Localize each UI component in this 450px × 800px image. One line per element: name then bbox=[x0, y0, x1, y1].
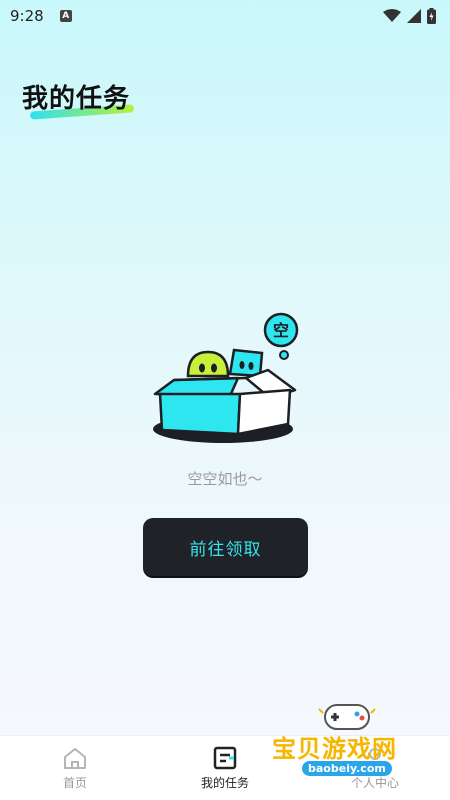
signal-icon bbox=[407, 9, 421, 23]
lime-character bbox=[186, 350, 230, 378]
cyan-character bbox=[228, 348, 264, 378]
open-box bbox=[153, 368, 297, 436]
page-title: 我的任务 bbox=[22, 84, 131, 114]
status-bar: 9:28 A bbox=[0, 0, 450, 32]
svg-text:空: 空 bbox=[273, 321, 289, 340]
site-watermark: 宝贝游戏网 baobeiy.com bbox=[272, 699, 442, 794]
empty-box-illustration: 空 bbox=[153, 312, 299, 443]
watermark-url: baobeiy.com bbox=[302, 761, 392, 776]
nav-item-home[interactable]: 首页 bbox=[0, 736, 150, 800]
gamepad-icon bbox=[318, 704, 376, 730]
wifi-icon bbox=[383, 9, 401, 22]
go-claim-button[interactable]: 前往领取 bbox=[143, 518, 308, 576]
nav-label-home: 首页 bbox=[62, 775, 87, 790]
home-icon bbox=[64, 747, 86, 769]
app-notification-icon: A bbox=[59, 10, 72, 22]
speech-bubble-icon: 空 bbox=[263, 312, 299, 360]
battery-icon bbox=[427, 8, 436, 24]
task-icon bbox=[213, 746, 237, 769]
empty-state-message: 空空如也～ bbox=[187, 470, 263, 488]
watermark-title: 宝贝游戏网 bbox=[272, 735, 397, 763]
status-time: 9:28 bbox=[10, 7, 44, 25]
page-title-area: 我的任务 bbox=[22, 78, 135, 120]
nav-label-my-tasks: 我的任务 bbox=[200, 775, 249, 790]
